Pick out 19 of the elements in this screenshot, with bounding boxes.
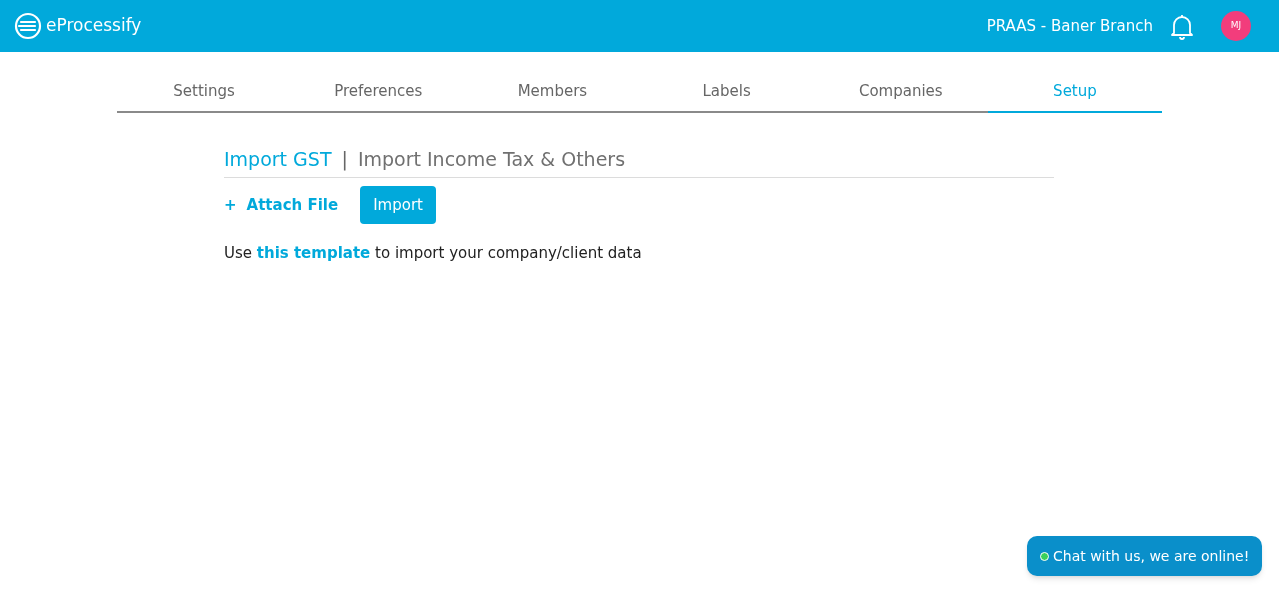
settings-tab[interactable]: Preferences xyxy=(291,80,466,111)
logo-text: eProcessify xyxy=(46,14,142,38)
attach-file-button[interactable]: + Attach File xyxy=(224,193,339,217)
branch-name: PRAAS - Baner Branch xyxy=(986,15,1153,37)
bell-icon[interactable] xyxy=(1169,12,1195,40)
logo-icon xyxy=(14,12,42,40)
settings-tab[interactable]: Settings xyxy=(117,80,292,111)
settings-tab[interactable]: Companies xyxy=(813,80,988,111)
import-tab[interactable]: Import GST xyxy=(224,144,332,173)
settings-tab[interactable]: Members xyxy=(465,80,640,111)
import-button[interactable]: Import xyxy=(360,186,436,224)
template-link[interactable]: this template xyxy=(256,244,371,262)
import-tab[interactable]: Import Income Tax & Others xyxy=(357,144,626,173)
user-avatar[interactable]: MJ xyxy=(1221,11,1251,41)
settings-tab[interactable]: Labels xyxy=(639,80,814,111)
chat-button[interactable]: Chat with us, we are online! xyxy=(1027,536,1263,576)
settings-tab[interactable]: Setup xyxy=(987,80,1163,113)
template-note: Use this template to import your company/client data xyxy=(224,243,643,264)
tab-separator: | xyxy=(341,146,348,173)
